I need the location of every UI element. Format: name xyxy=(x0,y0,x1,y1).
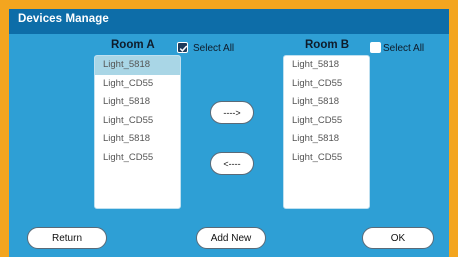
list-item[interactable]: Light_CD55 xyxy=(95,75,180,94)
title-bar: Devices Manage xyxy=(9,9,449,34)
room-b-select-all-checkbox[interactable] xyxy=(370,42,381,53)
list-item[interactable]: Light_5818 xyxy=(95,93,180,112)
list-item[interactable]: Light_CD55 xyxy=(95,112,180,131)
check-icon xyxy=(179,45,188,52)
room-b-select-all-label: Select All xyxy=(383,43,425,54)
return-button[interactable]: Return xyxy=(27,227,107,249)
list-item[interactable]: Light_5818 xyxy=(95,56,180,75)
list-item[interactable]: Light_5818 xyxy=(284,130,369,149)
room-a-title: Room A xyxy=(111,39,155,51)
room-b-title: Room B xyxy=(305,39,350,51)
move-right-button[interactable]: ----> xyxy=(210,101,254,124)
list-item[interactable]: Light_CD55 xyxy=(284,112,369,131)
room-a-select-all-label: Select All xyxy=(193,43,235,54)
list-item[interactable]: Light_CD55 xyxy=(284,75,369,94)
room-a-select-all-checkbox[interactable] xyxy=(177,42,188,53)
devices-manage-window: Devices Manage Room A Select All Light_5… xyxy=(9,9,449,257)
add-new-button[interactable]: Add New xyxy=(196,227,266,249)
room-b-device-list[interactable]: Light_5818 Light_CD55 Light_5818 Light_CD55… xyxy=(283,55,370,209)
list-item[interactable]: Light_5818 xyxy=(284,93,369,112)
move-left-button[interactable]: <---- xyxy=(210,152,254,175)
ok-button[interactable]: OK xyxy=(362,227,434,249)
list-item[interactable]: Light_5818 xyxy=(284,56,369,75)
list-item[interactable]: Light_5818 xyxy=(95,130,180,149)
list-item[interactable]: Light_CD55 xyxy=(284,149,369,168)
window-title: Devices Manage xyxy=(18,13,109,25)
room-a-device-list[interactable]: Light_5818 Light_CD55 Light_5818 Light_CD55… xyxy=(94,55,181,209)
list-item[interactable]: Light_CD55 xyxy=(95,149,180,168)
